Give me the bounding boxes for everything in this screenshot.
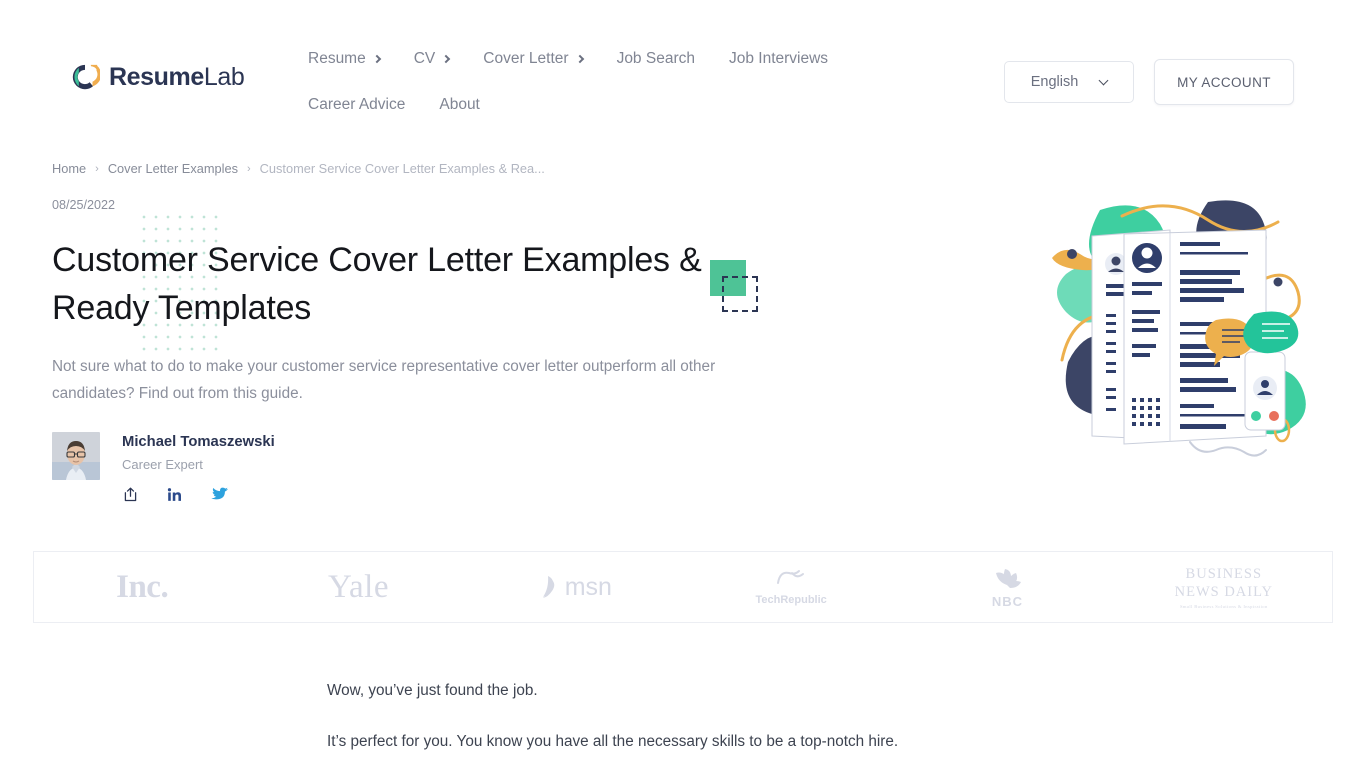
author-block: Michael Tomaszewski Career Expert [52,432,275,503]
language-selected-value: English [1030,74,1079,90]
nbc-logo-text: NBC [991,593,1024,609]
press-logo-business-news-daily: BUSINESS NEWS DAILY Small Business Solut… [1116,565,1332,610]
bnd-line2: NEWS DAILY [1174,583,1273,600]
twitter-icon[interactable] [211,487,228,502]
bnd-tagline: Small Business Solutions & Inspiration [1179,603,1268,609]
breadcrumb: Home › Cover Letter Examples › Customer … [52,161,545,176]
nav-item-cv[interactable]: CV [413,45,451,73]
my-account-label: MY ACCOUNT [1177,74,1271,90]
bnd-logo-text: BUSINESS NEWS DAILY Small Business Solut… [1175,565,1273,610]
site-header: ResumeLab Resume CV Cover Letter Job Sea… [0,0,1366,140]
logo-word-light: Lab [203,62,245,91]
chevron-down-icon [1098,75,1109,85]
nbc-peacock-icon [996,568,1022,588]
bnd-line1: BUSINESS [1185,565,1263,582]
article-paragraph: Wow, you’ve just found the job. [327,682,538,699]
main-navigation: Resume CV Cover Letter Job Search Job In… [308,45,928,119]
resumelab-logo-icon [72,64,100,90]
nav-item-career-advice[interactable]: Career Advice [308,91,405,119]
techrepublic-mark-icon [777,570,805,585]
press-logo-nbc: NBC [899,565,1115,610]
nav-item-job-search[interactable]: Job Search [617,45,695,73]
press-logo-inc: Inc. [34,569,250,606]
nav-item-label: Cover Letter [483,50,569,68]
msn-butterfly-icon [542,576,554,598]
breadcrumb-separator-icon: › [95,162,99,175]
linkedin-icon[interactable] [167,487,183,503]
nav-item-label: CV [413,50,436,68]
nav-item-about[interactable]: About [439,91,480,119]
author-role: Career Expert [122,457,203,472]
nav-row-secondary: Career Advice About [308,91,928,119]
author-avatar [52,432,100,480]
breadcrumb-item-cover-letter-examples[interactable]: Cover Letter Examples [108,161,238,176]
msn-logo-text: msn [564,572,612,601]
inc-logo: Inc. [116,568,169,605]
page-title: Customer Service Cover Letter Examples &… [52,241,702,327]
chevron-right-icon [575,54,584,63]
resume-documents-illustration [1052,200,1306,457]
author-social-links [122,486,275,503]
press-logo-msn: msn [467,573,683,602]
press-logos-bar: Inc. Yale msn TechRepublic NBC BUSINESS … [33,551,1333,623]
logo-word-bold: Resume [109,62,204,91]
my-account-button[interactable]: MY ACCOUNT [1154,59,1294,105]
language-selector[interactable]: English [1004,61,1134,103]
article-paragraph: It’s perfect for you. You know you have … [327,733,899,750]
chevron-right-icon [442,54,451,63]
nav-item-resume[interactable]: Resume [308,45,381,73]
article-body: Wow, you’ve just found the job. It’s per… [327,678,1027,768]
breadcrumb-item-current: Customer Service Cover Letter Examples &… [259,161,545,176]
share-icon[interactable] [122,486,139,503]
site-logo[interactable]: ResumeLab [70,62,245,92]
yale-logo: Yale [327,568,389,605]
nav-item-label: Job Interviews [728,50,829,68]
author-name: Michael Tomaszewski [122,434,275,450]
nav-row-primary: Resume CV Cover Letter Job Search Job In… [308,45,928,73]
nav-item-label: About [439,96,480,114]
author-details: Michael Tomaszewski Career Expert [122,432,275,503]
techrepublic-logo-text: TechRepublic [755,594,827,607]
press-logo-techrepublic: TechRepublic [683,567,899,606]
nav-item-label: Job Search [616,50,695,68]
page-subtitle: Not sure what to do to make your custome… [52,358,716,402]
press-logo-yale: Yale [250,569,466,606]
nav-item-job-interviews[interactable]: Job Interviews [729,45,828,73]
publish-date: 08/25/2022 [52,198,116,212]
breadcrumb-separator-icon: › [246,162,251,175]
logo-wordmark: ResumeLab [109,62,245,92]
chevron-right-icon [372,54,381,63]
nav-item-cover-letter[interactable]: Cover Letter [483,45,584,73]
nav-item-label: Career Advice [308,96,406,114]
breadcrumb-item-home[interactable]: Home [52,161,86,176]
nav-item-label: Resume [308,50,366,68]
